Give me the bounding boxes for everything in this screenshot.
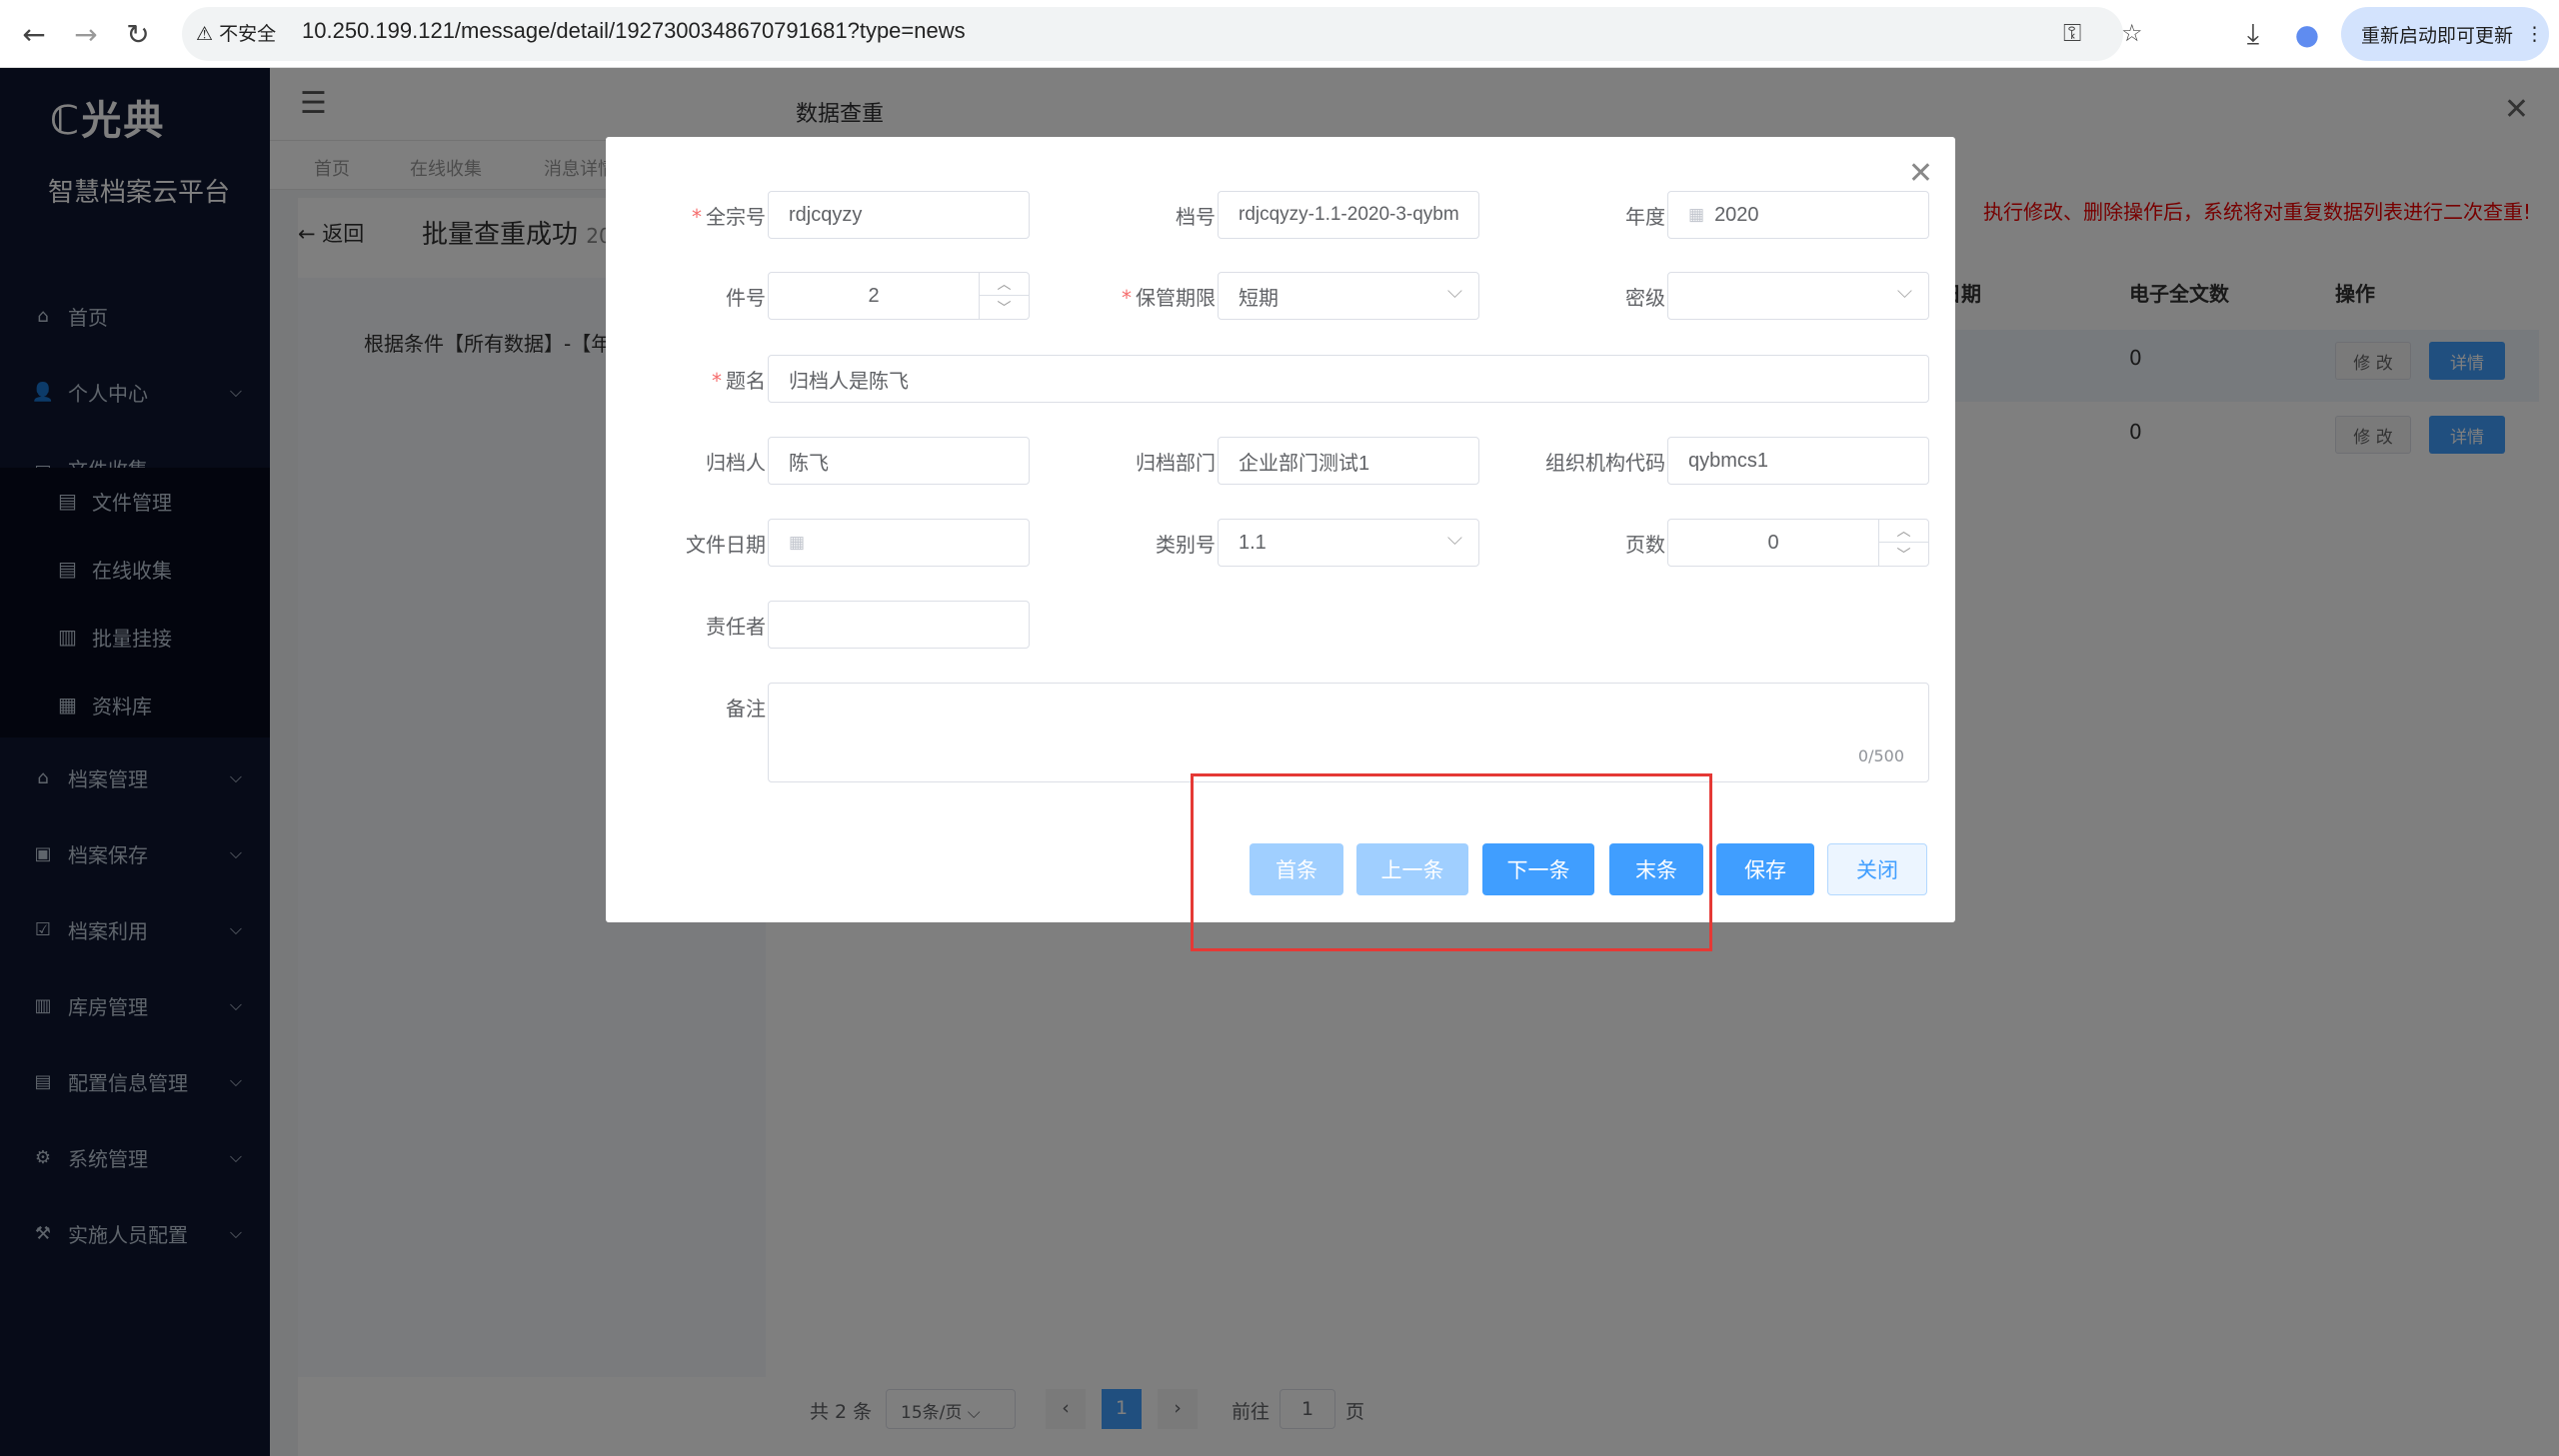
baoguanqixian-select[interactable]: 短期 <box>1218 272 1479 320</box>
label-zuzhijigou: 组织机构代码 <box>1545 451 1665 475</box>
decrement-icon[interactable]: ﹀ <box>1878 543 1928 566</box>
label-baoguanqixian: * 保管期限 <box>1122 286 1216 310</box>
bookmark-star-icon[interactable]: ☆ <box>2121 19 2143 47</box>
niandu-date-picker[interactable]: ▦ 2020 <box>1667 191 1929 239</box>
label-text: 全宗号 <box>706 205 766 229</box>
label-text: 题名 <box>726 369 766 393</box>
insecure-label: 不安全 <box>219 23 277 45</box>
update-label: 重新启动即可更新 <box>2361 24 2514 47</box>
label-danghao: 档号 <box>1176 205 1216 229</box>
label-yeshu: 页数 <box>1625 533 1665 557</box>
quanzonghao-input[interactable]: rdjcqyzy <box>768 191 1030 239</box>
calendar-icon: ▦ <box>1688 205 1705 224</box>
forward-arrow-icon[interactable]: → <box>64 12 108 56</box>
label-miji: 密级 <box>1625 286 1665 310</box>
danghao-input[interactable]: rdjcqyzy-1.1-2020-3-qybm <box>1218 191 1479 239</box>
dialog-close-icon[interactable]: ✕ <box>1908 159 1933 189</box>
back-arrow-icon[interactable]: ← <box>12 12 56 56</box>
label-timing: * 题名 <box>712 369 766 393</box>
increment-icon[interactable]: ︿ <box>1878 520 1928 543</box>
label-guidangbumen: 归档部门 <box>1136 451 1216 475</box>
close-button[interactable]: 关闭 <box>1827 843 1927 895</box>
increment-icon[interactable]: ︿ <box>979 273 1029 296</box>
save-button[interactable]: 保存 <box>1716 843 1814 895</box>
label-text: 保管期限 <box>1136 286 1216 310</box>
update-button[interactable]: 重新启动即可更新 ⋮ <box>2341 7 2549 61</box>
key-icon[interactable]: ⚿ <box>2063 19 2081 47</box>
url-text[interactable]: 10.250.199.121/message/detail/1927300348… <box>302 18 966 44</box>
beizhu-textarea[interactable]: 0/500 <box>768 683 1929 782</box>
timing-input[interactable]: 归档人是陈飞 <box>768 355 1929 403</box>
label-zerenzhe: 责任者 <box>706 615 766 639</box>
label-wenjianriqi: 文件日期 <box>686 533 766 557</box>
address-bar[interactable]: ⚠ 不安全 10.250.199.121/message/detail/1927… <box>182 7 2143 61</box>
guidangbumen-input[interactable]: 企业部门测试1 <box>1218 437 1479 485</box>
more-icon: ⋮ <box>2525 23 2545 45</box>
download-icon[interactable]: ⤓ <box>2231 12 2275 56</box>
label-jianhao: 件号 <box>726 286 766 310</box>
zuzhijigou-input[interactable]: qybmcs1 <box>1667 437 1929 485</box>
decrement-icon[interactable]: ﹀ <box>979 296 1029 319</box>
label-guidangren: 归档人 <box>706 451 766 475</box>
browser-toolbar: ← → ↻ ⚠ 不安全 10.250.199.121/message/detai… <box>0 0 2559 68</box>
yeshu-stepper[interactable]: 0 ︿ ﹀ <box>1667 519 1929 567</box>
miji-select[interactable] <box>1667 272 1929 320</box>
calendar-icon: ▦ <box>789 533 806 552</box>
highlight-box <box>1191 773 1712 951</box>
char-counter: 0/500 <box>1857 746 1904 765</box>
label-quanzonghao: * 全宗号 <box>692 205 766 229</box>
wenjianriqi-date-picker[interactable]: ▦ <box>768 519 1030 567</box>
yeshu-value: 0 <box>1767 531 1779 554</box>
reload-icon[interactable]: ↻ <box>116 12 160 56</box>
zerenzhe-input[interactable] <box>768 601 1030 649</box>
niandu-value: 2020 <box>1714 203 1759 226</box>
jianhao-stepper[interactable]: 2 ︿ ﹀ <box>768 272 1030 320</box>
label-beizhu: 备注 <box>726 697 766 721</box>
label-leibiehao: 类别号 <box>1156 533 1216 557</box>
jianhao-value: 2 <box>868 284 880 307</box>
label-niandu: 年度 <box>1625 205 1665 229</box>
leibiehao-select[interactable]: 1.1 <box>1218 519 1479 567</box>
profile-icon[interactable]: ● <box>2285 12 2329 56</box>
guidangren-input[interactable]: 陈飞 <box>768 437 1030 485</box>
insecure-badge[interactable]: ⚠ 不安全 <box>196 19 276 46</box>
